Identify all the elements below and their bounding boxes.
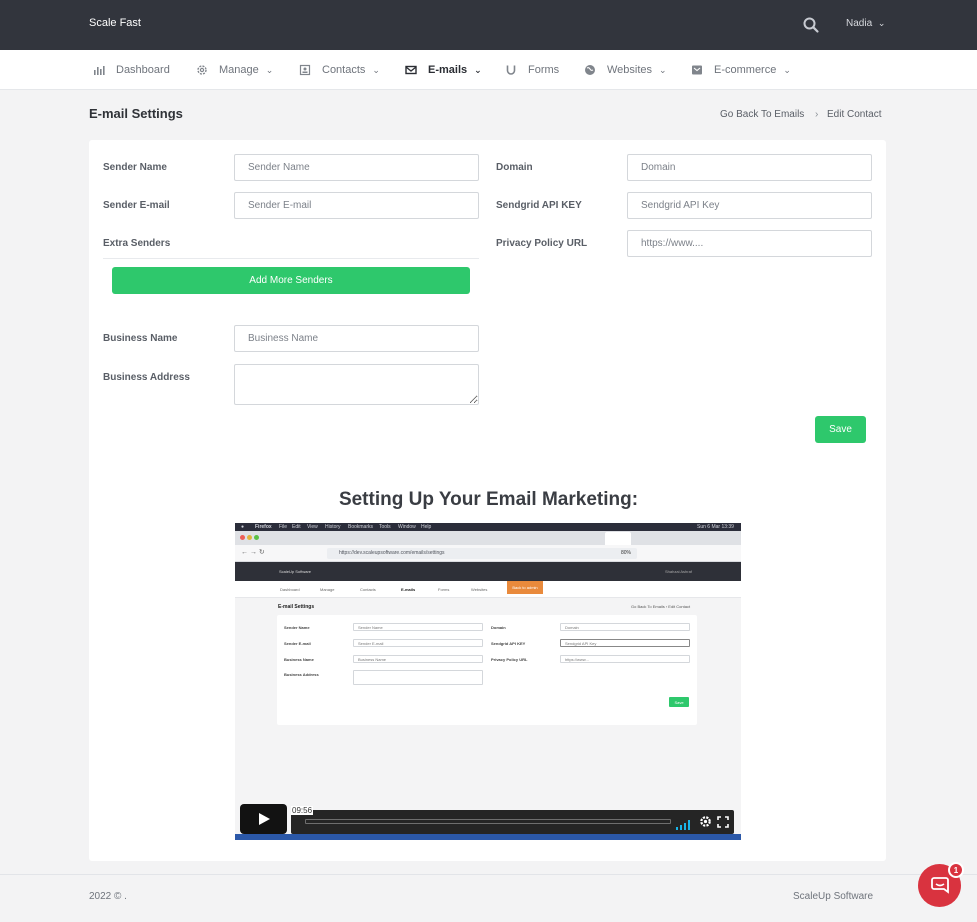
business-name-label: Business Name [103,333,178,344]
video-progress-bar[interactable] [305,819,671,824]
privacy-policy-url-label: Privacy Policy URL [496,238,588,249]
play-button[interactable] [240,804,287,834]
breadcrumb-current: Edit Contact [827,109,882,120]
top-bar: Scale Fast Nadia ⌄ [0,0,977,50]
video-heading: Setting Up Your Email Marketing: [338,489,639,510]
nav-label: E-commerce [714,64,777,76]
chevron-down-icon: ⌄ [877,18,886,28]
sendgrid-api-key-input[interactable] [627,192,872,219]
sender-email-label: Sender E-mail [103,200,170,211]
nav-label: E-mails [428,64,468,76]
privacy-policy-url-input[interactable] [627,230,872,257]
chevron-down-icon: ⌄ [265,64,274,75]
chevron-down-icon: ⌄ [783,64,791,75]
user-name: Nadia [846,18,873,29]
chevron-down-icon: ⌄ [372,64,380,75]
nav-dashboard[interactable]: Dashboard [93,50,170,90]
nav-emails[interactable]: E-mails ⌄ [405,50,482,90]
nav-manage[interactable]: Manage ⌄ [196,50,273,90]
extra-senders-label: Extra Senders [103,238,171,249]
save-button[interactable]: Save [815,416,866,443]
user-menu[interactable]: Nadia ⌄ [846,18,885,29]
sender-email-input[interactable] [234,192,479,219]
video-taskbar [235,834,741,840]
chat-unread-badge: 1 [948,862,964,878]
video-os-menubar: ● Firefox File Edit View History Bookmar… [235,523,741,531]
nav-websites[interactable]: Websites ⌄ [584,50,667,90]
envelope-icon [405,64,417,76]
video-time: 09:56 [291,806,314,815]
video-browser-tabs [235,531,741,545]
section-divider [103,258,479,259]
contacts-icon [299,64,311,76]
breadcrumb-back-link[interactable]: Go Back To Emails [720,109,804,120]
footer-company: ScaleUp Software [793,891,874,902]
bar-chart-icon [93,64,105,76]
video-app-nav: Dashboard Manage Contacts E-mails Forms … [235,581,741,598]
domain-input[interactable] [627,154,872,181]
tutorial-video-player[interactable]: ● Firefox File Edit View History Bookmar… [235,523,741,840]
nav-label: Contacts [322,64,366,76]
nav-label: Manage [219,64,259,76]
nav-label: Forms [528,64,560,76]
sendgrid-api-key-label: Sendgrid API KEY [496,200,582,211]
breadcrumb-separator: › [815,109,819,120]
business-address-textarea[interactable] [234,364,479,405]
settings-gear-icon[interactable] [699,815,712,833]
video-control-bar [291,810,734,834]
brand-name[interactable]: Scale Fast [89,17,141,29]
video-browser-urlbar: ← → ↻ https://dev.scaleupsoftware.com/em… [235,545,741,562]
sender-name-label: Sender Name [103,162,167,173]
add-more-senders-button[interactable]: Add More Senders [112,267,470,294]
search-icon[interactable] [802,16,820,34]
fullscreen-icon[interactable] [717,815,729,833]
footer-copyright: 2022 © . [89,891,127,902]
page-title: E-mail Settings [89,106,183,121]
gear-icon [196,64,208,76]
nav-contacts[interactable]: Contacts ⌄ [299,50,380,90]
nav-ecommerce[interactable]: E-commerce ⌄ [691,50,791,90]
chevron-down-icon: ⌄ [474,64,482,75]
video-controls [240,804,734,834]
magnet-icon [505,64,517,76]
chat-icon [930,876,949,894]
business-address-label: Business Address [103,372,190,383]
nav-label: Dashboard [116,64,170,76]
video-settings-card: Sender Name Sender Name Sender E-mail Se… [277,615,697,725]
play-icon [258,813,270,825]
chevron-down-icon: ⌄ [659,64,667,75]
nav-forms[interactable]: Forms [505,50,559,90]
main-nav: Dashboard Manage ⌄ Contacts ⌄ E-mails ⌄ … [0,50,977,90]
volume-icon[interactable] [675,817,693,835]
sender-name-input[interactable] [234,154,479,181]
apple-icon: ● [241,524,245,530]
nav-label: Websites [607,64,653,76]
domain-label: Domain [496,162,533,173]
shop-icon [691,64,703,76]
globe-icon [584,64,596,76]
video-app-topbar: ScaleUp Software Shahzai Ashraf [235,562,741,581]
business-name-input[interactable] [234,325,479,352]
footer: 2022 © . ScaleUp Software [0,874,977,922]
